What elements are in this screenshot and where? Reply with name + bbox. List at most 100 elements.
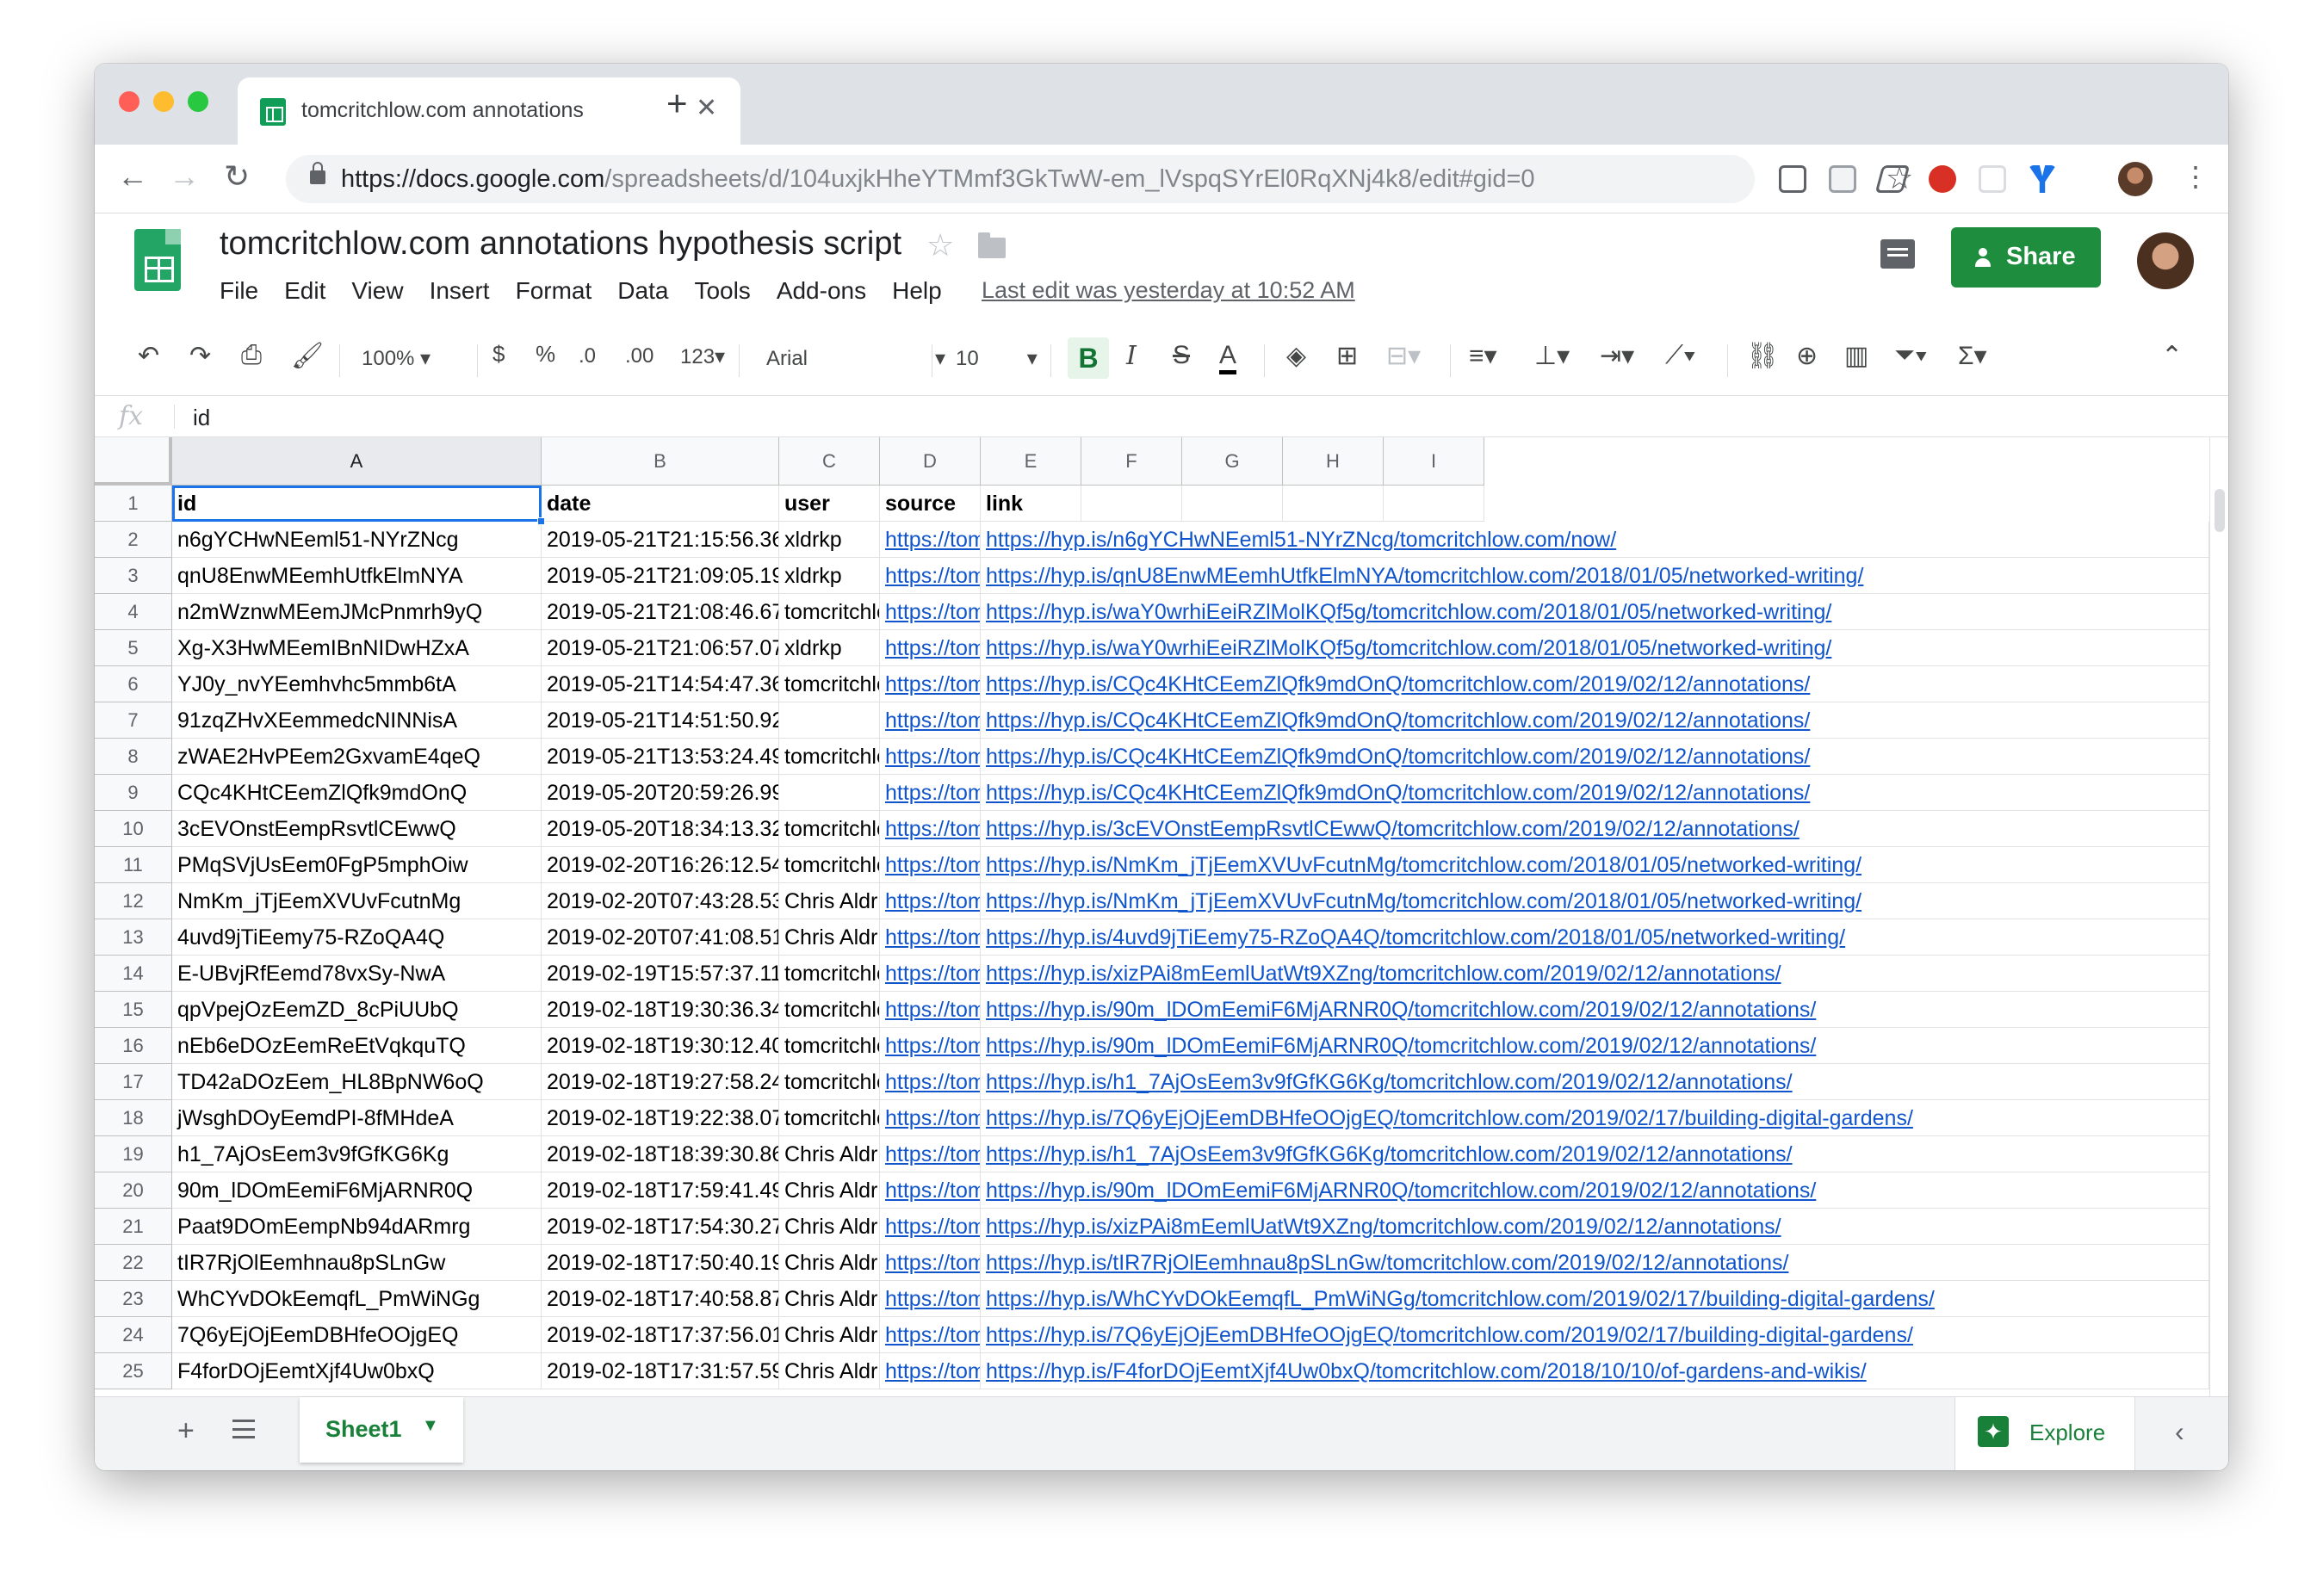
paint-format-icon[interactable]: 🖌︎ [291, 341, 324, 371]
cell[interactable]: https://hyp.is/xizPAi8mEemlUatWt9XZng/to… [981, 956, 2209, 992]
format-currency-button[interactable]: $ [492, 341, 505, 368]
profile-avatar[interactable] [2118, 162, 2153, 196]
row-header[interactable]: 15 [95, 992, 172, 1028]
cell[interactable]: 2019-02-18T17:37:56.019827+00:00 [542, 1317, 779, 1353]
cell[interactable]: https://hyp.is/4uvd9jTiEemy75-RZoQA4Q/to… [981, 919, 2209, 956]
merge-cells-icon[interactable]: ⊟▾ [1386, 341, 1421, 371]
close-window-button[interactable] [119, 91, 139, 112]
cell[interactable] [1081, 486, 1182, 522]
menu-file[interactable]: File [220, 277, 258, 305]
cell[interactable]: https://hyp.is/waY0wrhiEeiRZlMolKQf5g/to… [981, 630, 2209, 666]
cast-extension-icon[interactable] [1979, 165, 2006, 193]
column-header-i[interactable]: I [1384, 437, 1484, 486]
undo-icon[interactable]: ↶ [138, 341, 159, 371]
address-bar[interactable]: https://docs.google.com/spreadsheets/d/1… [286, 155, 1913, 203]
cell[interactable]: 2019-02-20T07:41:08.512210+00:00 [542, 919, 779, 956]
row-header[interactable]: 19 [95, 1136, 172, 1172]
cell[interactable]: https://hyp.is/90m_lDOmEemiF6MjARNR0Q/to… [981, 992, 2209, 1028]
fill-color-icon[interactable]: ◈ [1286, 341, 1306, 371]
cell[interactable]: https://hyp.is/xizPAi8mEemlUatWt9XZng/to… [981, 1209, 2209, 1245]
cell[interactable] [1384, 486, 1484, 522]
cell[interactable]: source [880, 486, 981, 522]
add-sheet-icon[interactable]: + [177, 1414, 195, 1448]
cell[interactable]: 3cEVOnstEempRsvtlCEwwQ [172, 811, 542, 847]
cell[interactable]: https://tomcritchlow.com/2019/02/12/anno… [880, 739, 981, 775]
cell[interactable]: https://hyp.is/h1_7AjOsEem3v9fGfKG6Kg/to… [981, 1064, 2209, 1100]
row-header[interactable]: 18 [95, 1100, 172, 1136]
cell[interactable] [1182, 486, 1283, 522]
cell[interactable]: 2019-05-20T18:34:13.320274+00:00 [542, 811, 779, 847]
cell[interactable]: link [981, 486, 1081, 522]
menu-insert[interactable]: Insert [430, 277, 490, 305]
row-header[interactable]: 17 [95, 1064, 172, 1100]
folder-icon[interactable] [978, 232, 1006, 258]
cell[interactable]: h1_7AjOsEem3v9fGfKG6Kg [172, 1136, 542, 1172]
insert-comment-icon[interactable]: ⊕ [1796, 341, 1818, 371]
increase-decimal-button[interactable]: .00 [625, 344, 654, 368]
select-all-corner[interactable] [95, 437, 172, 486]
cell[interactable]: 2019-05-20T20:59:26.999065+00:00 [542, 775, 779, 811]
row-header[interactable]: 3 [95, 558, 172, 594]
cell[interactable]: jWsghDOyEemdPI-8fMHdeA [172, 1100, 542, 1136]
cell[interactable]: https://tomcritchlow.com/2018/10/10/of-g… [880, 1353, 981, 1389]
cell[interactable]: E-UBvjRfEemd78vxSy-NwA [172, 956, 542, 992]
cell[interactable]: 4uvd9jTiEemy75-RZoQA4Q [172, 919, 542, 956]
insert-link-icon[interactable]: ⛓︎ [1746, 341, 1779, 371]
cell[interactable]: https://hyp.is/CQc4KHtCEemZlQfk9mdOnQ/to… [981, 775, 2209, 811]
row-header[interactable]: 11 [95, 847, 172, 883]
back-icon[interactable]: ← [117, 158, 148, 195]
cell[interactable] [779, 702, 880, 739]
row-header[interactable]: 4 [95, 594, 172, 630]
yoast-extension-icon[interactable] [2029, 165, 2056, 193]
cell[interactable]: https://tomcritchlow.com/2018/01/05/netw… [880, 919, 981, 956]
row-header[interactable]: 10 [95, 811, 172, 847]
cell[interactable]: Paat9DOmEempNb94dARmrg [172, 1209, 542, 1245]
row-header[interactable]: 14 [95, 956, 172, 992]
cell[interactable]: TD42aDOzEem_HL8BpNW6oQ [172, 1064, 542, 1100]
cell[interactable]: 2019-02-19T15:57:37.112533+00:00 [542, 956, 779, 992]
cell[interactable]: date [542, 486, 779, 522]
cell[interactable]: https://hyp.is/90m_lDOmEemiF6MjARNR0Q/to… [981, 1172, 2209, 1209]
menu-help[interactable]: Help [892, 277, 942, 305]
row-header[interactable]: 2 [95, 522, 172, 558]
cell[interactable]: 2019-02-18T19:30:36.343074+00:00 [542, 992, 779, 1028]
cell[interactable]: https://hyp.is/F4forDOjEemtXjf4Uw0bxQ/to… [981, 1353, 2209, 1389]
cell[interactable]: tomcritchlow [779, 739, 880, 775]
cell[interactable]: Xg-X3HwMEemIBnNIDwHZxA [172, 630, 542, 666]
cell[interactable]: 2019-05-21T21:08:46.678765+00:00 [542, 594, 779, 630]
text-color-button[interactable]: A [1219, 341, 1237, 374]
cell[interactable]: PMqSVjUsEem0FgP5mphOiw [172, 847, 542, 883]
bold-button[interactable]: B [1068, 337, 1109, 379]
vertical-scrollbar[interactable] [2209, 437, 2228, 1448]
cell[interactable]: https://hyp.is/3cEVOnstEempRsvtlCEwwQ/to… [981, 811, 2209, 847]
cell[interactable]: xldrkp [779, 630, 880, 666]
cell[interactable]: 90m_lDOmEemiF6MjARNR0Q [172, 1172, 542, 1209]
sheet-tab[interactable]: Sheet1 ▼ [300, 1397, 463, 1463]
cell[interactable]: zWAE2HvPEem2GxvamE4qeQ [172, 739, 542, 775]
cell[interactable]: 2019-05-21T21:09:05.195042+00:00 [542, 558, 779, 594]
cell[interactable]: 2019-05-21T21:15:56.361344+00:00 [542, 522, 779, 558]
column-header-a[interactable]: A [172, 437, 542, 486]
cell[interactable]: https://tomcritchlow.com/2019/02/12/anno… [880, 1064, 981, 1100]
share-button[interactable]: Share [1951, 227, 2101, 288]
strikethrough-button[interactable]: S [1173, 341, 1190, 370]
cell[interactable]: 2019-02-18T19:27:58.240525+00:00 [542, 1064, 779, 1100]
cell[interactable]: https://tomcritchlow.com/2019/02/12/anno… [880, 992, 981, 1028]
cell[interactable]: https://tomcritchlow.com/2018/01/05/netw… [880, 594, 981, 630]
menu-format[interactable]: Format [516, 277, 592, 305]
font-size-select[interactable]: 10 ▾ [956, 346, 1038, 371]
cell[interactable]: tomcritchlow [779, 956, 880, 992]
cell[interactable]: https://hyp.is/90m_lDOmEemiF6MjARNR0Q/to… [981, 1028, 2209, 1064]
side-panel-toggle-icon[interactable]: ‹ [2175, 1416, 2184, 1448]
cell[interactable]: 2019-02-20T16:26:12.548838+00:00 [542, 847, 779, 883]
cell[interactable]: tomcritchlow [779, 992, 880, 1028]
column-header-f[interactable]: F [1081, 437, 1182, 486]
scrollbar-thumb[interactable] [2215, 489, 2225, 532]
row-header[interactable]: 9 [95, 775, 172, 811]
cell[interactable]: WhCYvDOkEemqfL_PmWiNGg [172, 1281, 542, 1317]
explore-button[interactable]: ✦ Explore [1954, 1397, 2135, 1470]
cell[interactable]: https://tomcritchlow.com/2019/02/17/buil… [880, 1317, 981, 1353]
ublock-extension-icon[interactable] [1929, 165, 1956, 193]
menu-tools[interactable]: Tools [694, 277, 750, 305]
last-edit-link[interactable]: Last edit was yesterday at 10:52 AM [982, 277, 1355, 304]
